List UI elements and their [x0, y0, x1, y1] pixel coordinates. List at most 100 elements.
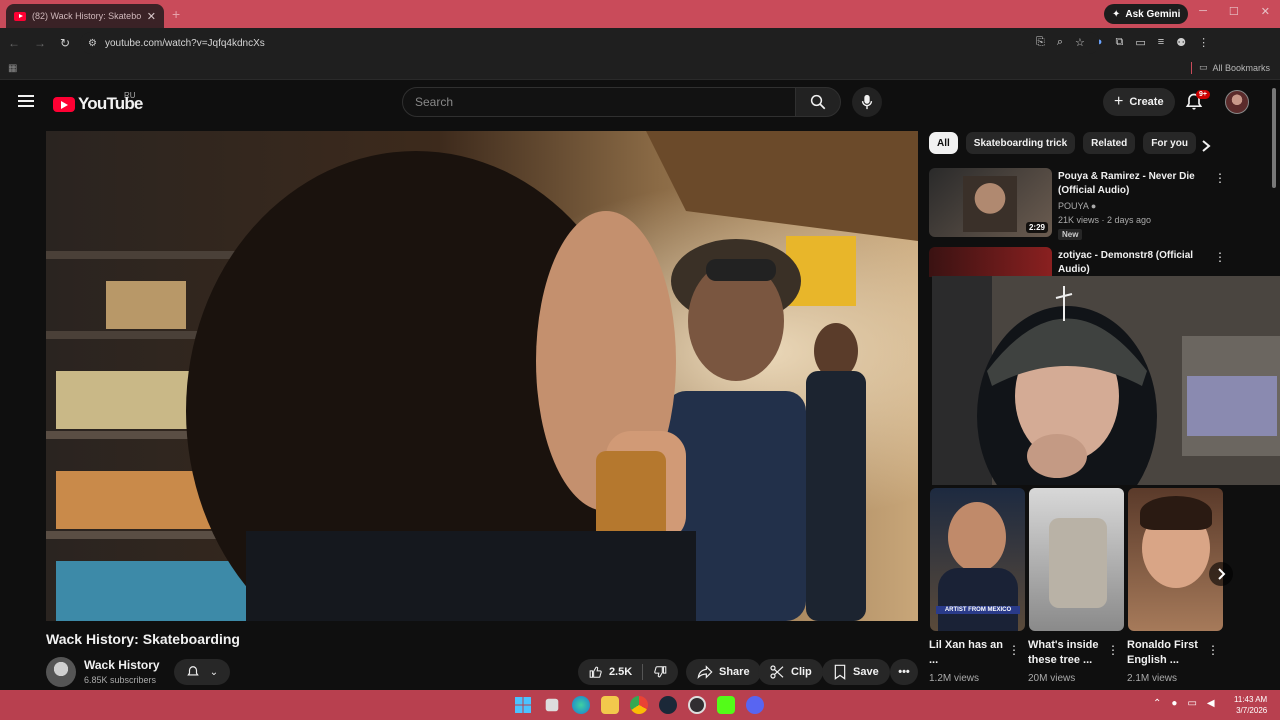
- video-frame: [46, 131, 918, 621]
- more-vert-icon[interactable]: ⋮: [1214, 171, 1226, 185]
- short-thumbnail[interactable]: [1029, 488, 1124, 631]
- short-title[interactable]: Lil Xan has an ...: [929, 638, 1009, 668]
- obs-icon[interactable]: [688, 696, 706, 714]
- short-face: [948, 502, 1006, 572]
- like-icon[interactable]: [589, 664, 603, 680]
- recommendation-thumbnail[interactable]: [929, 247, 1052, 277]
- recommendation-item[interactable]: 2:29 Pouya & Ramirez - Never Die (Offici…: [929, 168, 1229, 240]
- youtube-header: YouTube RU Search + Create 9+: [0, 80, 1280, 124]
- chip-for-you[interactable]: For you: [1143, 132, 1196, 154]
- extension-icon[interactable]: ◗: [1097, 36, 1104, 49]
- address-bar[interactable]: ⚙ youtube.com/watch?v=Jqfq4kdncXs: [80, 32, 1100, 54]
- network-icon[interactable]: ▭: [1187, 698, 1196, 709]
- recommendation-title[interactable]: Pouya & Ramirez - Never Die (Official Au…: [1058, 170, 1198, 198]
- share-button[interactable]: Share: [686, 659, 761, 685]
- chevron-right-icon[interactable]: [1200, 139, 1212, 153]
- nav-buttons: ← → ↻: [8, 36, 70, 50]
- subscriber-count: 6.85K subscribers: [84, 675, 157, 685]
- recommendation-thumbnail[interactable]: 2:29: [929, 168, 1052, 237]
- short-views: 2.1M views: [1127, 673, 1178, 684]
- like-count[interactable]: 2.5K: [609, 666, 632, 678]
- chevron-right-icon: [1218, 568, 1226, 580]
- webcam-overlay: [932, 276, 1280, 485]
- page-scrollbar[interactable]: [1272, 88, 1276, 188]
- task-view-icon[interactable]: [545, 698, 559, 712]
- subscription-bell-button[interactable]: ⌄: [174, 659, 230, 685]
- discord-icon[interactable]: [746, 696, 764, 714]
- search-button[interactable]: [795, 87, 841, 117]
- puzzle-icon[interactable]: ⧉: [1116, 36, 1124, 49]
- channel-label: POUYA: [1058, 201, 1089, 211]
- taskbar-apps: [514, 696, 764, 714]
- channel-avatar[interactable]: [46, 657, 76, 687]
- short-views: 20M views: [1028, 673, 1076, 684]
- zoom-icon[interactable]: ⌕: [1057, 36, 1063, 49]
- forward-icon[interactable]: →: [34, 36, 46, 50]
- clip-button[interactable]: Clip: [758, 659, 823, 685]
- channel-name[interactable]: Wack History: [84, 658, 160, 672]
- more-vert-icon[interactable]: ⋮: [1207, 643, 1219, 657]
- recommendation-item[interactable]: zotiyac - Demonstr8 (Official Audio) ⋮: [929, 247, 1229, 277]
- tray-chevron-up-icon[interactable]: ⌃: [1153, 698, 1161, 709]
- more-vert-icon[interactable]: ⋮: [1008, 643, 1020, 657]
- apps-grid-icon[interactable]: ▦: [8, 63, 17, 74]
- save-button[interactable]: Save: [822, 659, 890, 685]
- shorts-next-button[interactable]: [1209, 562, 1233, 586]
- thumbnail-portrait: [963, 176, 1017, 232]
- folder-icon: ▭: [1198, 62, 1208, 72]
- menu-icon[interactable]: [18, 95, 34, 107]
- new-tab-button[interactable]: +: [172, 6, 180, 22]
- chip-skateboarding-trick[interactable]: Skateboarding trick: [965, 132, 1076, 154]
- site-info-icon[interactable]: ⚙: [88, 38, 97, 49]
- recommendation-channel[interactable]: POUYA ●: [1058, 201, 1096, 211]
- chip-all[interactable]: All: [929, 132, 958, 154]
- menu-dots-icon[interactable]: ⋮: [1198, 36, 1209, 49]
- clock-time: 11:43 AM: [1234, 695, 1268, 704]
- all-bookmarks-button[interactable]: ▭ All Bookmarks: [1199, 62, 1270, 73]
- profile-icon[interactable]: ⚉: [1176, 36, 1186, 49]
- close-tab-icon[interactable]: ✕: [147, 10, 156, 23]
- window-controls: ─ ☐ ✕: [1199, 5, 1270, 18]
- bookmark-star-icon[interactable]: ☆: [1075, 36, 1085, 49]
- reload-icon[interactable]: ↻: [60, 36, 70, 50]
- video-player[interactable]: [46, 131, 918, 621]
- browser-tab[interactable]: (82) Wack History: Skateboarding ✕: [6, 4, 164, 28]
- chip-related[interactable]: Related: [1083, 132, 1136, 154]
- create-label: Create: [1129, 96, 1164, 108]
- install-icon[interactable]: ⎘: [1036, 36, 1045, 49]
- bookmarks-bar: ▦ ▭ All Bookmarks: [0, 58, 1280, 80]
- system-tray: ⌃ ● ▭ ◀: [1153, 698, 1215, 709]
- like-divider: [642, 664, 644, 680]
- chrome-icon[interactable]: [630, 696, 648, 714]
- short-title[interactable]: Ronaldo First English ...: [1127, 638, 1207, 668]
- short-thumbnail[interactable]: ARTIST FROM MEXICO: [930, 488, 1025, 631]
- windows-start-icon[interactable]: [514, 696, 532, 714]
- steam-icon[interactable]: [659, 696, 677, 714]
- more-actions-button[interactable]: •••: [890, 659, 918, 685]
- search-input[interactable]: Search: [402, 87, 796, 117]
- mic-tray-icon[interactable]: ●: [1171, 698, 1177, 709]
- split-view-icon[interactable]: ▭: [1135, 36, 1145, 49]
- recommendation-title[interactable]: zotiyac - Demonstr8 (Official Audio): [1058, 249, 1198, 277]
- reading-list-icon[interactable]: ≡: [1158, 36, 1164, 49]
- edge-icon[interactable]: [572, 696, 590, 714]
- kick-icon[interactable]: [717, 696, 735, 714]
- ask-gemini-button[interactable]: ✦ Ask Gemini: [1104, 4, 1189, 24]
- scissors-icon: [770, 665, 784, 679]
- short-thumbnail[interactable]: [1128, 488, 1223, 631]
- taskbar-clock[interactable]: 11:43 AM 3/7/2026: [1234, 694, 1267, 716]
- more-vert-icon[interactable]: ⋮: [1107, 643, 1119, 657]
- dislike-icon[interactable]: [653, 664, 667, 680]
- close-window-icon[interactable]: ✕: [1261, 5, 1270, 18]
- voice-search-button[interactable]: [852, 87, 882, 117]
- short-title[interactable]: What's inside these tree ...: [1028, 638, 1108, 668]
- maximize-icon[interactable]: ☐: [1229, 5, 1239, 18]
- file-explorer-icon[interactable]: [601, 696, 619, 714]
- volume-icon[interactable]: ◀: [1207, 698, 1215, 709]
- region-code: RU: [124, 91, 136, 100]
- create-button[interactable]: + Create: [1103, 88, 1175, 116]
- user-avatar[interactable]: [1225, 90, 1249, 114]
- minimize-icon[interactable]: ─: [1199, 5, 1207, 18]
- back-icon[interactable]: ←: [8, 36, 20, 50]
- more-vert-icon[interactable]: ⋮: [1214, 250, 1226, 264]
